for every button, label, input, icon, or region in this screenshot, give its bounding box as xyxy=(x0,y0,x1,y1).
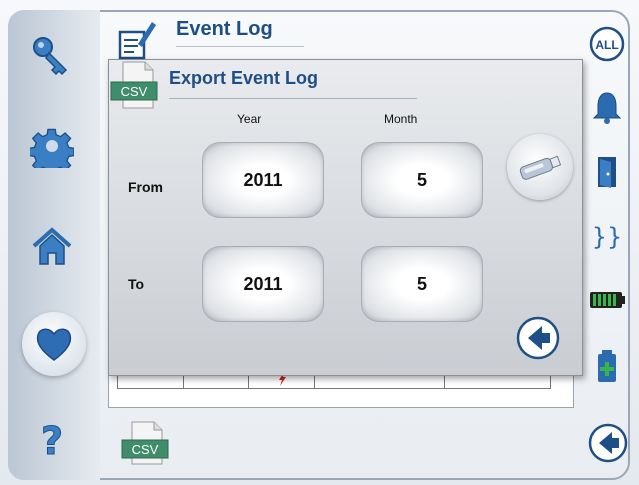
from-year-field[interactable]: 2011 xyxy=(202,142,324,218)
right-sidebar: ALL }} xyxy=(583,10,630,480)
home-button[interactable] xyxy=(24,218,80,274)
year-header: Year xyxy=(237,112,262,126)
to-month-field[interactable]: 5 xyxy=(361,246,483,322)
key-icon xyxy=(33,37,68,76)
page-title: Event Log xyxy=(176,18,273,40)
from-label: From xyxy=(128,179,163,195)
question-icon: ? xyxy=(40,419,63,461)
all-icon: ALL xyxy=(589,26,625,62)
bell-icon xyxy=(592,92,622,124)
from-month-field[interactable]: 5 xyxy=(361,142,483,218)
svg-text:CSV: CSV xyxy=(132,442,159,457)
home-icon xyxy=(32,227,72,265)
dialog-title: Export Event Log xyxy=(169,68,319,88)
battery-meter-icon xyxy=(590,292,625,308)
key-button[interactable] xyxy=(24,28,80,84)
to-label: To xyxy=(128,276,145,292)
back-arrow-icon xyxy=(588,423,628,463)
svg-text:}}: }} xyxy=(592,223,623,251)
title-divider xyxy=(176,46,304,47)
svg-text:?: ? xyxy=(41,419,63,460)
month-header: Month xyxy=(384,112,418,126)
gear-icon xyxy=(30,128,74,168)
dialog-title-divider xyxy=(169,98,417,99)
to-year-field[interactable]: 2011 xyxy=(202,246,324,322)
bypass-filter-button[interactable]: }} xyxy=(587,216,627,256)
usb-export-button[interactable] xyxy=(507,134,573,200)
usb-drive-icon xyxy=(519,155,562,180)
battery-add-icon xyxy=(598,350,616,382)
battery-filter-button[interactable] xyxy=(587,280,627,320)
csv-export-button[interactable]: CSV xyxy=(120,420,172,466)
help-button[interactable]: ? xyxy=(24,410,80,466)
heart-icon xyxy=(36,328,72,361)
svg-text:ALL: ALL xyxy=(595,38,618,52)
alarm-filter-button[interactable] xyxy=(587,88,627,128)
door-filter-button[interactable] xyxy=(587,152,627,192)
all-filter-button[interactable]: ALL xyxy=(587,24,627,64)
csv-icon: CSV xyxy=(110,61,158,109)
favorites-button[interactable] xyxy=(22,312,86,376)
back-button[interactable] xyxy=(587,422,629,464)
settings-button[interactable] xyxy=(24,118,80,174)
brackets-icon: }} xyxy=(592,223,623,251)
left-sidebar: ? xyxy=(8,10,100,480)
event-log-icon xyxy=(118,22,156,60)
svg-text:CSV: CSV xyxy=(121,84,148,99)
door-icon xyxy=(598,157,616,188)
export-dialog: CSV Export Event Log Year Month From To … xyxy=(108,59,583,376)
battery-status-button[interactable] xyxy=(587,346,627,386)
dialog-back-button[interactable] xyxy=(516,316,560,360)
